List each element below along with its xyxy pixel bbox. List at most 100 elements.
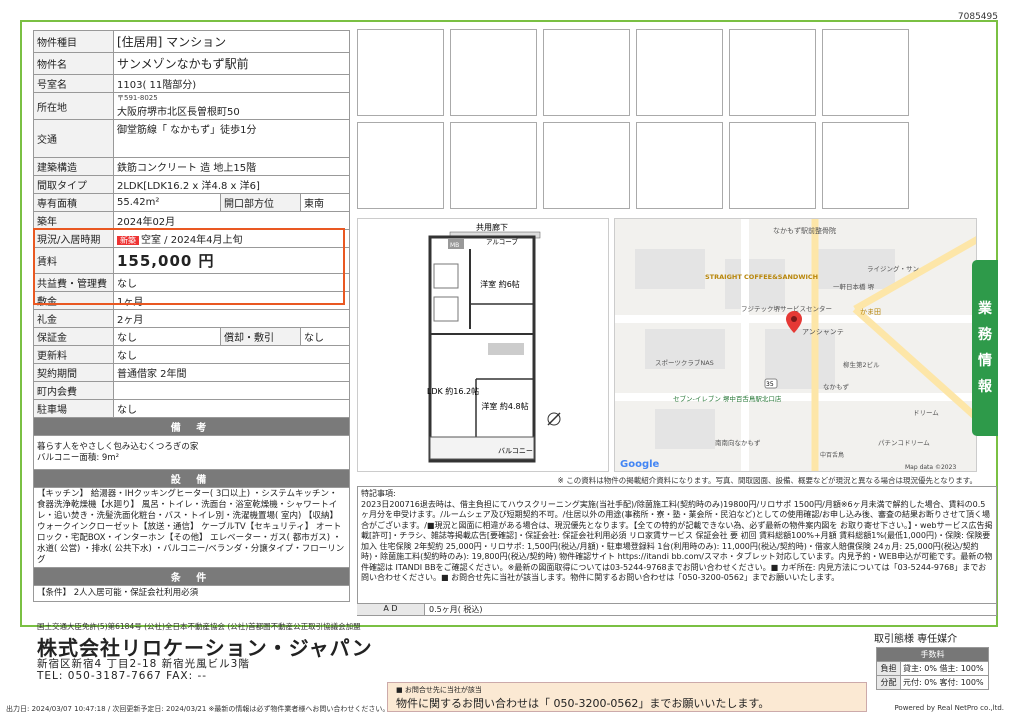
label-deposit: 敷金 xyxy=(33,291,114,310)
label-rent: 賃料 xyxy=(33,247,114,274)
photo-slot xyxy=(636,122,723,209)
value-keymoney: 2ヶ月 xyxy=(113,309,350,328)
balcony-label: バルコニー xyxy=(498,447,533,455)
photo-slot xyxy=(357,122,444,209)
room-label-western: 洋室 約6帖 xyxy=(480,279,520,289)
value-guarantee: なし xyxy=(113,327,221,346)
label-type: 物件種目 xyxy=(33,30,114,53)
map-label: STRAIGHT COFFEE&SANDWICH xyxy=(705,273,818,281)
photo-slot xyxy=(450,122,537,209)
remarks-line-1: 暮らす人をやさしく包み込むくつろぎの家 xyxy=(37,441,199,452)
label-guarantee: 保証金 xyxy=(33,327,114,346)
company-address: 新宿区新宿4 丁目2-18 新宿光風ビル3階 xyxy=(37,658,250,670)
side-tab-char: 情 xyxy=(978,353,992,369)
photo-slot xyxy=(543,29,630,116)
brokerage-header: 手数料 xyxy=(876,647,989,662)
photo-slot xyxy=(543,122,630,209)
room-label-western-2: 洋室 約4.8帖 xyxy=(481,401,528,411)
label-status: 現況/入居時期 xyxy=(33,229,114,248)
page: 7085495 物件種目 [住居用] マンション 物件名 サンメゾンなかもず駅前 号… xyxy=(0,0,1024,723)
photo-slot xyxy=(450,29,537,116)
value-amortization: なし xyxy=(299,327,351,346)
mb-label: MB xyxy=(450,242,459,249)
value-status: 新築 空室 / 2024年4月上旬 xyxy=(113,229,350,248)
special-title: 特記事項: xyxy=(361,489,396,498)
ad-value: 0.5ヶ月( 税込) xyxy=(429,605,483,614)
status-text: 空室 / 2024年4月上旬 xyxy=(141,235,243,246)
map-label: スポーツクラブNAS xyxy=(655,358,714,367)
photo-slot xyxy=(636,29,723,116)
side-tab-char: 業 xyxy=(978,301,992,317)
map-label: かま田 xyxy=(860,308,881,316)
inquiry-box: ■ お問合せ先に当社が該当 物件に関するお問い合わせは「 050-3200-05… xyxy=(387,682,867,712)
footer-left: 出力日: 2024/03/07 10:47:18 / 次回更新予定日: 2024… xyxy=(6,705,390,713)
map-block xyxy=(655,409,715,449)
map-label: なかもず駅前整骨院 xyxy=(773,226,836,235)
value-layout: 2LDK[LDK16.2 x 洋4.8 x 洋6] xyxy=(113,175,350,194)
map-label: ライジング・サン xyxy=(867,264,919,273)
label-contract: 契約期間 xyxy=(33,363,114,382)
new-build-badge: 新築 xyxy=(117,236,139,245)
value-renewal: なし xyxy=(113,345,350,364)
map-label: 南南向なかもず xyxy=(715,438,761,447)
value-access: 御堂筋線「 なかもず」徒歩1分 xyxy=(113,119,350,158)
remarks-body: 暮らす人をやさしく包み込むくつろぎの家 バルコニー面積: 9m² xyxy=(33,435,350,470)
value-association xyxy=(113,381,350,400)
ad-row: A D 0.5ヶ月( 税込) xyxy=(357,603,997,615)
map-label: 一軒日本橋 堺 xyxy=(833,282,875,291)
photo-slot xyxy=(729,29,816,116)
spec-table: 物件種目 [住居用] マンション 物件名 サンメゾンなかもず駅前 号室名 1103( … xyxy=(33,30,351,602)
photo-slot xyxy=(822,29,909,116)
google-logo: Google xyxy=(620,459,660,470)
remarks-heading: 備 考 xyxy=(33,417,350,436)
floor-plan-drawing: 共用廊下 アルコーブ MB 洋室 約6帖 LDK 約16.2帖 洋室 約4.8帖… xyxy=(427,222,561,463)
photo-slot xyxy=(729,122,816,209)
label-area: 専有面積 xyxy=(33,193,114,212)
label-name: 物件名 xyxy=(33,52,114,75)
brokerage-row-value: 貸主: 0% 借主: 100% xyxy=(900,661,989,676)
value-name: サンメゾンなかもず駅前 xyxy=(113,52,350,75)
equipment-body: 【キッチン】 給湯器・IHクッキングヒーター( 3口以上) ・システムキッチン・… xyxy=(33,487,350,568)
label-layout: 間取タイプ xyxy=(33,175,114,194)
label-structure: 建築構造 xyxy=(33,157,114,176)
kitchen-counter xyxy=(488,343,524,355)
label-window: 開口部方位 xyxy=(219,193,301,212)
value-fee: なし xyxy=(113,273,350,292)
label-fee: 共益費・管理費 xyxy=(33,273,114,292)
photo-slot xyxy=(357,29,444,116)
brokerage-row-label: 負担 xyxy=(876,661,901,676)
value-deposit: 1ヶ月 xyxy=(113,291,350,310)
washroom xyxy=(433,296,459,322)
value-rent: 155,000 円 xyxy=(113,247,350,274)
ad-label: A D xyxy=(357,604,425,615)
label-address: 所在地 xyxy=(33,92,114,120)
inquiry-small: ■ お問合せ先に当社が該当 xyxy=(396,686,482,694)
value-window: 東南 xyxy=(299,193,351,212)
company-tel: TEL: 050-3187-7667 FAX: -- xyxy=(37,670,208,682)
map-label: フジテック堺サービスセンター xyxy=(741,304,832,313)
map-block xyxy=(635,249,705,289)
photo-slot xyxy=(822,122,909,209)
label-access: 交通 xyxy=(33,119,114,158)
map-label: アンシャンテ xyxy=(802,328,844,336)
value-structure: 鉄筋コンクリート 造 地上15階 xyxy=(113,157,350,176)
map-block xyxy=(725,259,785,309)
map-label: ドリーム xyxy=(913,409,939,417)
map-credit: Map data ©2023 xyxy=(905,464,956,471)
inquiry-main: 物件に関するお問い合わせは「 050-3200-0562」までお願いいたします。 xyxy=(396,697,770,710)
floor-plan: 共用廊下 アルコーブ MB 洋室 約6帖 LDK 約16.2帖 洋室 約4.8帖… xyxy=(357,218,609,472)
license-line: 国土交通大臣免許(5)第6184号 (公社)全日本不動産協会 (公社)首都圏不動… xyxy=(37,622,361,631)
value-address: 〒591-8025 大阪府堺市北区長曽根町50 xyxy=(113,92,350,120)
label-keymoney: 礼金 xyxy=(33,309,114,328)
document-id: 7085495 xyxy=(957,12,998,22)
value-room: 1103( 11階部分) xyxy=(113,74,350,93)
room-label-ldk: LDK 約16.2帖 xyxy=(427,386,479,396)
brokerage-box: 取引態様 専任媒介 手数料 負担 貸主: 0% 借主: 100% 分配 元付: 0%… xyxy=(874,630,989,690)
map-label: 柳生第2ビル xyxy=(843,360,880,369)
brokerage-row-label: 分配 xyxy=(876,675,901,690)
value-built: 2024年02月 xyxy=(113,211,350,230)
zip-code: 〒591-8025 xyxy=(117,94,158,102)
address-text: 大阪府堺市北区長曽根町50 xyxy=(117,107,240,118)
route-badge-number: 35 xyxy=(766,381,774,388)
label-amortization: 償却・敷引 xyxy=(219,327,301,346)
